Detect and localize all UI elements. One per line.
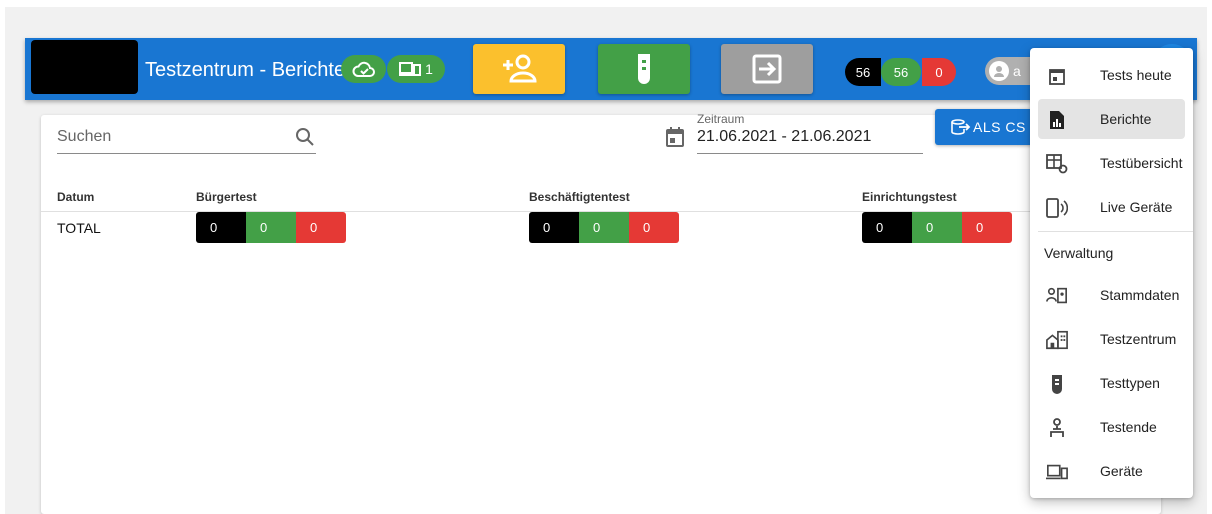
device-live-icon	[1046, 197, 1068, 219]
menu-item-label: Tests heute	[1100, 67, 1172, 83]
menu-section-title: Verwaltung	[1044, 245, 1114, 261]
negative-tests-counter: 56	[881, 58, 921, 86]
menu-item-berichte[interactable]: Berichte	[1038, 99, 1185, 139]
einrichtungstest-total: 0	[862, 212, 912, 243]
test-tube-icon	[638, 54, 650, 84]
add-person-icon	[503, 54, 537, 83]
buergertest-total: 0	[196, 212, 246, 243]
menu-item-stammdaten[interactable]: Stammdaten	[1038, 275, 1185, 315]
add-person-button[interactable]	[473, 44, 565, 94]
header-buergertest: Bürgertest	[196, 190, 257, 204]
cloud-sync-badge[interactable]	[341, 55, 386, 83]
menu-item-label: Testübersicht	[1100, 155, 1183, 171]
menu-item-label: Berichte	[1100, 111, 1152, 127]
menu-divider	[1038, 231, 1193, 232]
menu-item-label: Geräte	[1100, 463, 1143, 479]
menu-item-live-geraete[interactable]: Live Geräte	[1038, 187, 1185, 227]
search-icon	[296, 128, 314, 146]
positive-tests-counter: 0	[922, 58, 956, 86]
devices-count: 1	[425, 61, 433, 77]
report-icon	[1046, 109, 1068, 131]
menu-item-testende[interactable]: Testende	[1038, 407, 1185, 447]
user-initial: a	[1013, 63, 1021, 79]
building-icon	[1046, 329, 1068, 351]
menu-item-testtypen[interactable]: Testtypen	[1038, 363, 1185, 403]
menu-item-label: Testende	[1100, 419, 1157, 435]
logo	[31, 40, 138, 94]
cloud-check-icon	[352, 61, 375, 77]
row-datum: TOTAL	[57, 220, 101, 236]
einrichtungstest-positive: 0	[962, 212, 1012, 243]
search-field[interactable]	[57, 122, 316, 154]
report-card	[41, 115, 1161, 514]
exit-icon	[752, 54, 782, 84]
table-settings-icon	[1046, 153, 1068, 175]
devices-badge[interactable]: 1	[387, 55, 445, 83]
menu-item-label: Stammdaten	[1100, 287, 1180, 303]
header-einrichtungstest: Einrichtungstest	[862, 190, 957, 204]
einrichtungstest-negative: 0	[912, 212, 962, 243]
menu-item-testuebersicht[interactable]: Testübersicht	[1038, 143, 1185, 183]
calendar-icon[interactable]	[666, 127, 684, 147]
menu-item-geraete[interactable]: Geräte	[1038, 451, 1185, 491]
beschaeftigtentest-total: 0	[529, 212, 579, 243]
page-title: Testzentrum - Berichte	[145, 59, 346, 81]
buergertest-negative: 0	[246, 212, 296, 243]
calendar-icon	[1046, 65, 1068, 87]
header-beschaeftigtentest: Beschäftigtentest	[529, 190, 630, 204]
menu-item-label: Testtypen	[1100, 375, 1160, 391]
navigation-menu: Tests heute Berichte Testübersicht Live …	[1030, 48, 1193, 498]
buergertest-positive: 0	[296, 212, 346, 243]
people-icon	[1046, 417, 1068, 439]
export-csv-button[interactable]: ALS CS	[935, 109, 1035, 145]
search-input[interactable]	[57, 122, 277, 152]
export-csv-label: ALS CS	[973, 119, 1026, 135]
new-test-button[interactable]	[598, 44, 690, 94]
header-datum: Datum	[57, 190, 95, 204]
total-tests-counter: 56	[845, 58, 881, 86]
master-data-icon	[1046, 285, 1068, 307]
date-range-field[interactable]: 21.06.2021 - 21.06.2021	[697, 126, 923, 154]
date-range-label: Zeitraum	[697, 112, 745, 126]
menu-item-label: Live Geräte	[1100, 199, 1173, 215]
devices-icon	[1046, 461, 1068, 483]
beschaeftigtentest-positive: 0	[629, 212, 679, 243]
menu-item-tests-heute[interactable]: Tests heute	[1038, 55, 1185, 95]
export-icon	[951, 119, 971, 135]
menu-item-testzentrum[interactable]: Testzentrum	[1038, 319, 1185, 359]
devices-icon	[399, 62, 422, 76]
beschaeftigtentest-negative: 0	[579, 212, 629, 243]
menu-item-label: Testzentrum	[1100, 331, 1177, 347]
account-icon	[989, 61, 1009, 81]
test-tube-icon	[1046, 373, 1068, 395]
logout-button[interactable]	[721, 44, 813, 94]
